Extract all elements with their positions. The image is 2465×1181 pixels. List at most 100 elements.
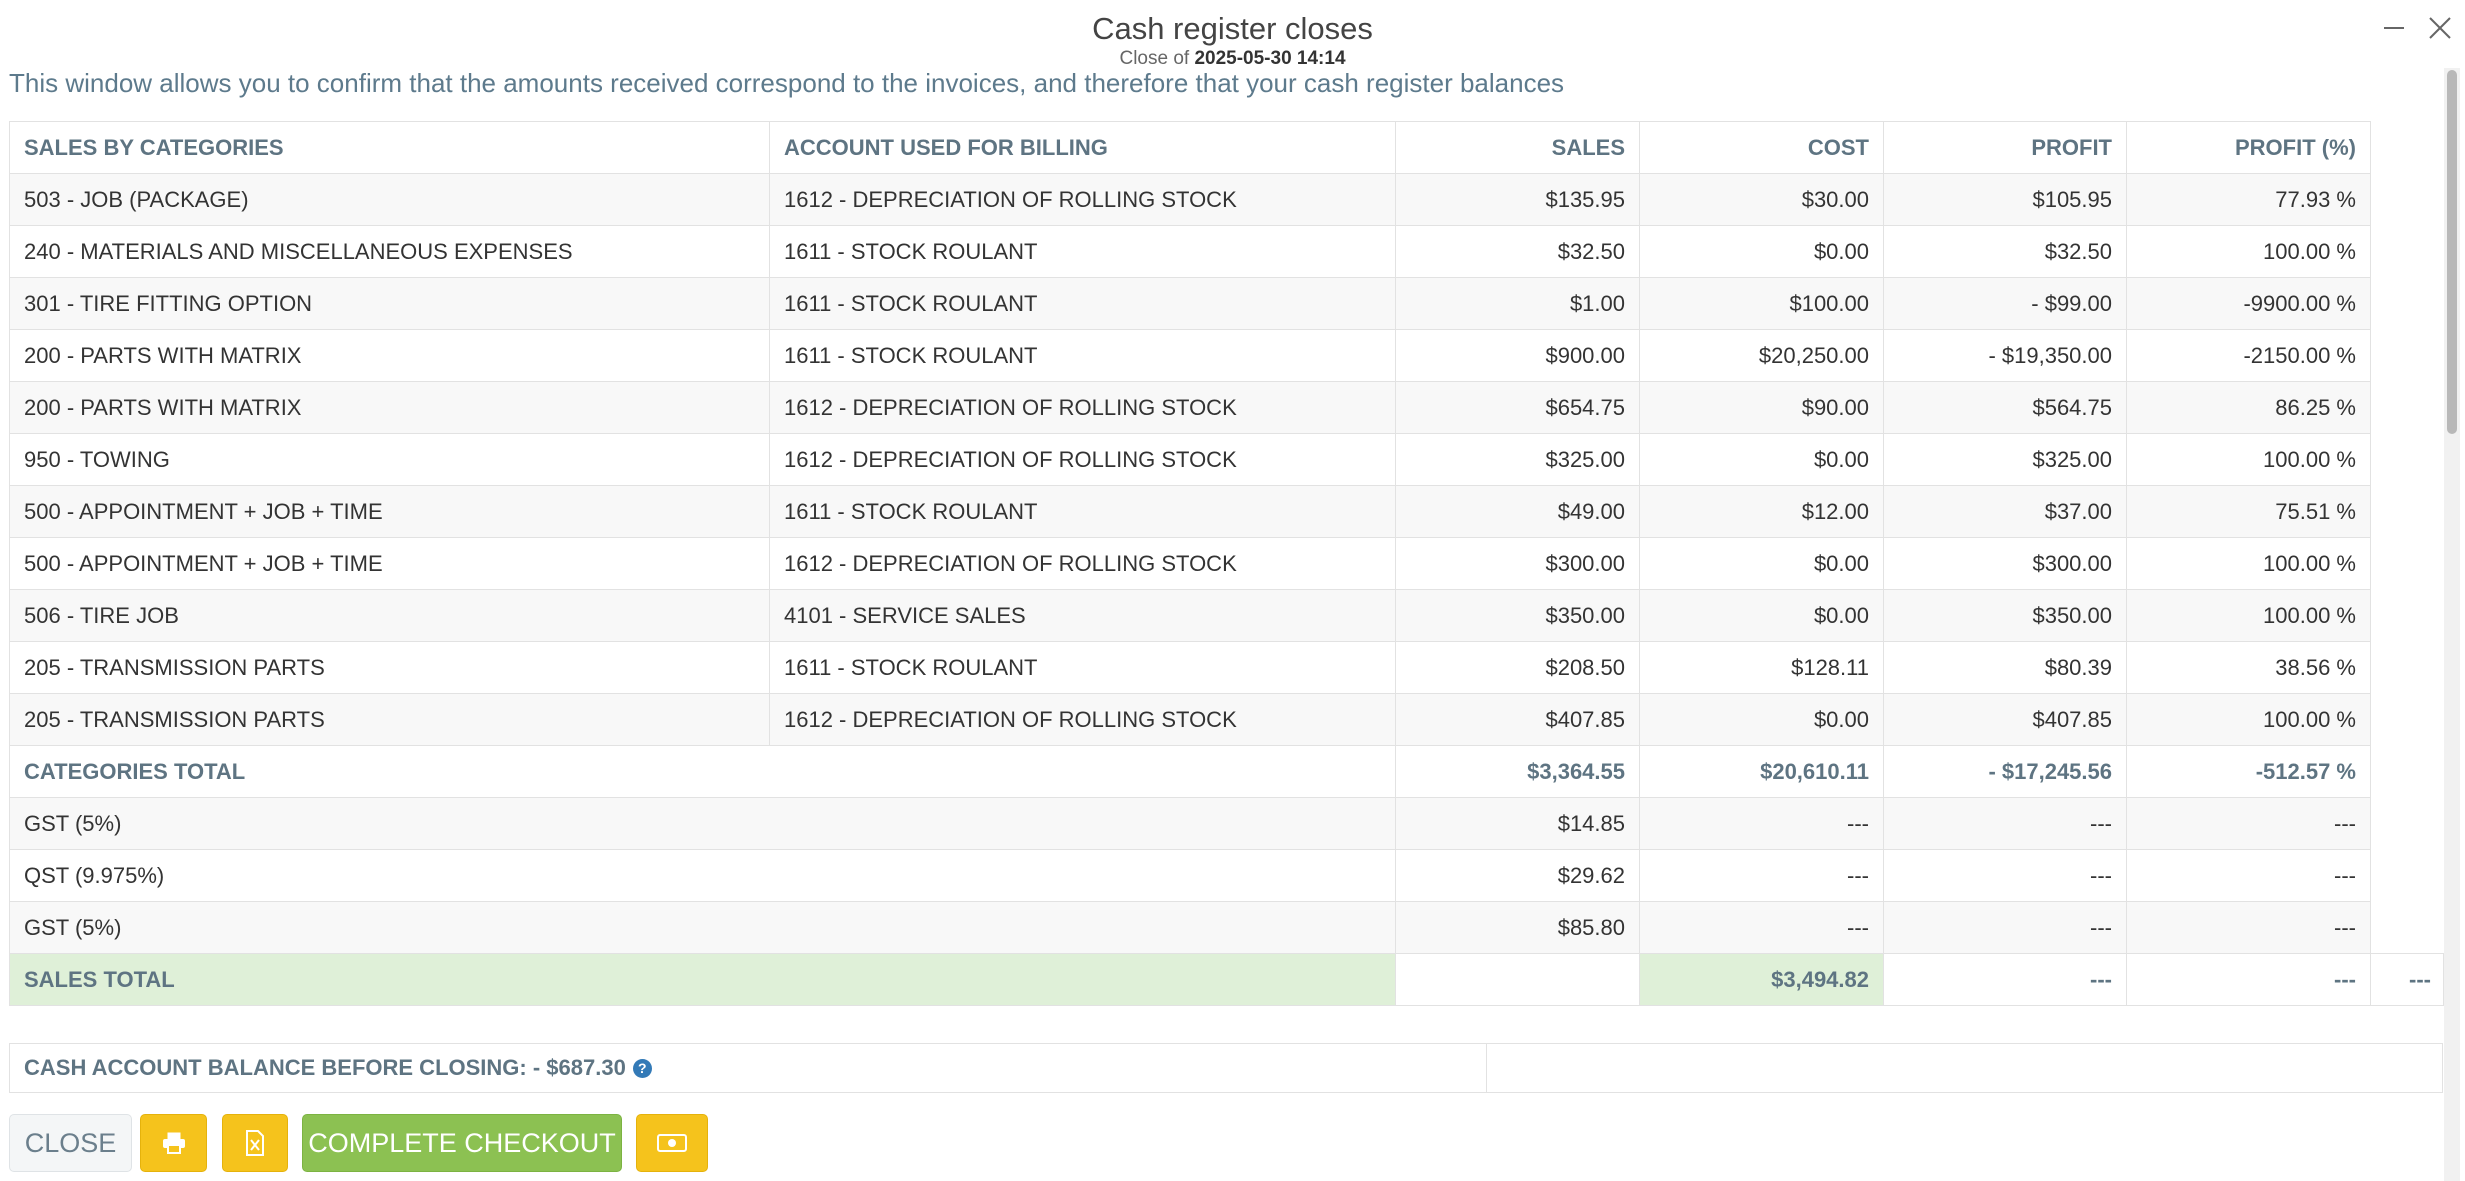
- profit-cell: $325.00: [1883, 433, 2127, 486]
- profit-pct-cell: 77.93 %: [2126, 173, 2371, 226]
- cost-cell: $0.00: [1639, 693, 1884, 746]
- profit-cell: $37.00: [1883, 485, 2127, 538]
- tax-sales: $29.62: [1395, 849, 1640, 902]
- print-button[interactable]: [140, 1114, 207, 1172]
- cost-cell: $12.00: [1639, 485, 1884, 538]
- complete-checkout-button[interactable]: COMPLETE CHECKOUT: [302, 1114, 622, 1172]
- vertical-scrollbar[interactable]: [2444, 68, 2460, 1181]
- sales-cell: $208.50: [1395, 641, 1640, 694]
- sales-cell: $900.00: [1395, 329, 1640, 382]
- cost-cell: $0.00: [1639, 589, 1884, 642]
- close-window-button[interactable]: [2420, 8, 2460, 48]
- profit-cell: $300.00: [1883, 537, 2127, 590]
- categories-total-label: CATEGORIES TOTAL: [9, 745, 1396, 798]
- row-spacer: [2371, 694, 2444, 746]
- row-spacer: [2371, 226, 2444, 278]
- cash-balance-label: CASH ACCOUNT BALANCE BEFORE CLOSING: - $…: [24, 1055, 626, 1080]
- excel-icon: [246, 1130, 264, 1156]
- close-button[interactable]: CLOSE: [9, 1114, 132, 1172]
- profit-pct-cell: 100.00 %: [2126, 433, 2371, 486]
- profit-pct-cell: 100.00 %: [2126, 693, 2371, 746]
- profit-pct-cell: 100.00 %: [2126, 589, 2371, 642]
- account-cell: 1611 - STOCK ROULANT: [769, 225, 1396, 278]
- profit-cell: - $19,350.00: [1883, 329, 2127, 382]
- categories-total-cost: $20,610.11: [1639, 745, 1884, 798]
- tax-profit-pct: ---: [2126, 797, 2371, 850]
- cost-cell: $30.00: [1639, 173, 1884, 226]
- category-cell: 205 - TRANSMISSION PARTS: [9, 693, 770, 746]
- category-cell: 240 - MATERIALS AND MISCELLANEOUS EXPENS…: [9, 225, 770, 278]
- account-cell: 1611 - STOCK ROULANT: [769, 329, 1396, 382]
- scrollbar-thumb[interactable]: [2447, 70, 2457, 434]
- account-cell: 1612 - DEPRECIATION OF ROLLING STOCK: [769, 693, 1396, 746]
- category-cell: 205 - TRANSMISSION PARTS: [9, 641, 770, 694]
- category-cell: 500 - APPOINTMENT + JOB + TIME: [9, 537, 770, 590]
- row-spacer: [2371, 746, 2444, 798]
- tax-cost: ---: [1639, 849, 1884, 902]
- excel-export-button[interactable]: [222, 1114, 288, 1172]
- category-cell: 500 - APPOINTMENT + JOB + TIME: [9, 485, 770, 538]
- sales-cell: $135.95: [1395, 173, 1640, 226]
- sales-total-extra: ---: [2370, 953, 2444, 1006]
- account-cell: 4101 - SERVICE SALES: [769, 589, 1396, 642]
- account-cell: 1611 - STOCK ROULANT: [769, 277, 1396, 330]
- account-cell: 1612 - DEPRECIATION OF ROLLING STOCK: [769, 173, 1396, 226]
- row-spacer: [2371, 798, 2444, 850]
- header-spacer: [2371, 122, 2444, 174]
- profit-pct-cell: 100.00 %: [2126, 225, 2371, 278]
- profit-cell: $407.85: [1883, 693, 2127, 746]
- tax-row: GST (5%) $85.80 --- --- ---: [9, 901, 2444, 954]
- cost-cell: $0.00: [1639, 433, 1884, 486]
- tax-sales: $85.80: [1395, 901, 1640, 954]
- header-account: ACCOUNT USED FOR BILLING: [769, 121, 1396, 174]
- cost-cell: $128.11: [1639, 641, 1884, 694]
- sales-cell: $32.50: [1395, 225, 1640, 278]
- sales-cell: $300.00: [1395, 537, 1640, 590]
- cost-cell: $0.00: [1639, 225, 1884, 278]
- row-spacer: [2371, 642, 2444, 694]
- row-spacer: [2371, 174, 2444, 226]
- row-spacer: [2371, 330, 2444, 382]
- window-subtitle: Close of 2025-05-30 14:14: [0, 48, 2465, 70]
- profit-cell: $32.50: [1883, 225, 2127, 278]
- account-cell: 1611 - STOCK ROULANT: [769, 641, 1396, 694]
- table-row: 301 - TIRE FITTING OPTION 1611 - STOCK RO…: [9, 277, 2444, 330]
- tax-row: QST (9.975%) $29.62 --- --- ---: [9, 849, 2444, 902]
- header-profit-pct: PROFIT (%): [2126, 121, 2371, 174]
- sales-total-row: SALES TOTAL $3,494.82 --- --- ---: [9, 953, 2444, 1006]
- row-spacer: [2371, 902, 2444, 954]
- category-cell: 200 - PARTS WITH MATRIX: [9, 381, 770, 434]
- cash-button[interactable]: [636, 1114, 708, 1172]
- sales-total-label: SALES TOTAL: [9, 953, 1396, 1006]
- category-cell: 950 - TOWING: [9, 433, 770, 486]
- table-row: 200 - PARTS WITH MATRIX 1612 - DEPRECIATI…: [9, 381, 2444, 434]
- tax-cost: ---: [1639, 797, 1884, 850]
- row-spacer: [2371, 486, 2444, 538]
- cash-balance-box: CASH ACCOUNT BALANCE BEFORE CLOSING: - $…: [9, 1043, 2443, 1093]
- table-row: 503 - JOB (PACKAGE) 1612 - DEPRECIATION O…: [9, 173, 2444, 226]
- tax-profit-pct: ---: [2126, 849, 2371, 902]
- question-circle-icon[interactable]: ?: [632, 1058, 652, 1078]
- account-cell: 1611 - STOCK ROULANT: [769, 485, 1396, 538]
- table-row: 205 - TRANSMISSION PARTS 1612 - DEPRECIAT…: [9, 693, 2444, 746]
- cost-cell: $90.00: [1639, 381, 1884, 434]
- tax-cost: ---: [1639, 901, 1884, 954]
- table-row: 240 - MATERIALS AND MISCELLANEOUS EXPENS…: [9, 225, 2444, 278]
- category-cell: 200 - PARTS WITH MATRIX: [9, 329, 770, 382]
- row-spacer: [2371, 434, 2444, 486]
- table-row: 506 - TIRE JOB 4101 - SERVICE SALES $350.0…: [9, 589, 2444, 642]
- profit-cell: - $99.00: [1883, 277, 2127, 330]
- profit-pct-cell: -2150.00 %: [2126, 329, 2371, 382]
- profit-pct-cell: 38.56 %: [2126, 641, 2371, 694]
- intro-text: This window allows you to confirm that t…: [9, 68, 1565, 98]
- tax-profit-pct: ---: [2126, 901, 2371, 954]
- row-spacer: [2371, 538, 2444, 590]
- row-spacer: [2371, 850, 2444, 902]
- tax-label: GST (5%): [9, 901, 1396, 954]
- sales-cell: $1.00: [1395, 277, 1640, 330]
- cost-cell: $100.00: [1639, 277, 1884, 330]
- row-spacer: [2371, 382, 2444, 434]
- sales-cell: $49.00: [1395, 485, 1640, 538]
- minimize-button[interactable]: [2374, 8, 2414, 48]
- tax-profit: ---: [1883, 849, 2127, 902]
